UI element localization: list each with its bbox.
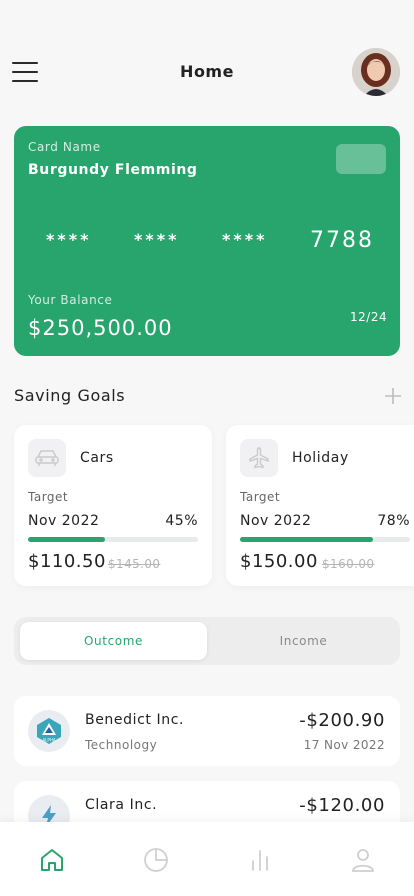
card-number-last4: 7788: [310, 228, 374, 253]
balance-amount: $250,500.00: [28, 316, 173, 340]
goal-name: Cars: [80, 450, 114, 466]
goal-progress-bar: [28, 537, 198, 542]
add-goal-icon[interactable]: [384, 387, 402, 405]
card-number-mask-2: ****: [134, 230, 180, 249]
goal-total: $160.00: [322, 557, 375, 571]
goal-percent: 78%: [377, 513, 410, 529]
tab-income[interactable]: Income: [210, 622, 397, 660]
goal-progress-bar: [240, 537, 410, 542]
profile-icon[interactable]: [349, 846, 377, 874]
car-icon: [28, 439, 66, 477]
goal-card-holiday[interactable]: Holiday Target Nov 2022 78% $150.00 $160…: [226, 425, 414, 586]
transaction-row[interactable]: ALPHA Benedict Inc. Technology -$200.90 …: [14, 696, 400, 766]
airplane-icon: [240, 439, 278, 477]
goal-name: Holiday: [292, 450, 349, 466]
bar-chart-icon[interactable]: [246, 846, 274, 874]
goal-percent: 45%: [165, 513, 198, 529]
alpha-logo-icon: ALPHA: [28, 710, 70, 752]
transaction-name: Benedict Inc.: [85, 712, 185, 728]
home-icon[interactable]: [38, 846, 66, 874]
goal-target-label: Target: [240, 490, 281, 504]
goal-progress-fill: [240, 537, 373, 542]
logo-text: ALPHA: [42, 738, 55, 743]
goal-progress-fill: [28, 537, 105, 542]
goal-amount: $150.00: [240, 551, 318, 572]
avatar[interactable]: [352, 48, 400, 96]
transaction-category: Technology: [85, 738, 158, 752]
balance-card[interactable]: Card Name Burgundy Flemming **** **** **…: [14, 126, 400, 356]
saving-goals-title: Saving Goals: [14, 386, 126, 405]
goal-total: $145.00: [108, 557, 161, 571]
transaction-date: 17 Nov 2022: [303, 738, 385, 752]
bottom-nav: [0, 822, 414, 896]
card-expiry: 12/24: [350, 310, 388, 324]
card-name-label: Card Name: [28, 140, 101, 154]
goal-date: Nov 2022: [28, 513, 100, 529]
goal-target-label: Target: [28, 490, 69, 504]
tab-outcome[interactable]: Outcome: [20, 622, 207, 660]
goal-date: Nov 2022: [240, 513, 312, 529]
transaction-name: Clara Inc.: [85, 797, 158, 813]
pie-chart-icon[interactable]: [142, 846, 170, 874]
card-holder-name: Burgundy Flemming: [28, 162, 198, 178]
card-number-mask-3: ****: [222, 230, 268, 249]
transaction-type-toggle: Outcome Income: [14, 617, 400, 665]
card-chip-icon: [336, 144, 386, 174]
transaction-amount: -$200.90: [299, 710, 385, 731]
goal-card-cars[interactable]: Cars Target Nov 2022 45% $110.50 $145.00: [14, 425, 212, 586]
balance-label: Your Balance: [28, 293, 113, 307]
goal-amount: $110.50: [28, 551, 106, 572]
card-number-mask-1: ****: [46, 230, 92, 249]
transaction-amount: -$120.00: [299, 795, 385, 816]
